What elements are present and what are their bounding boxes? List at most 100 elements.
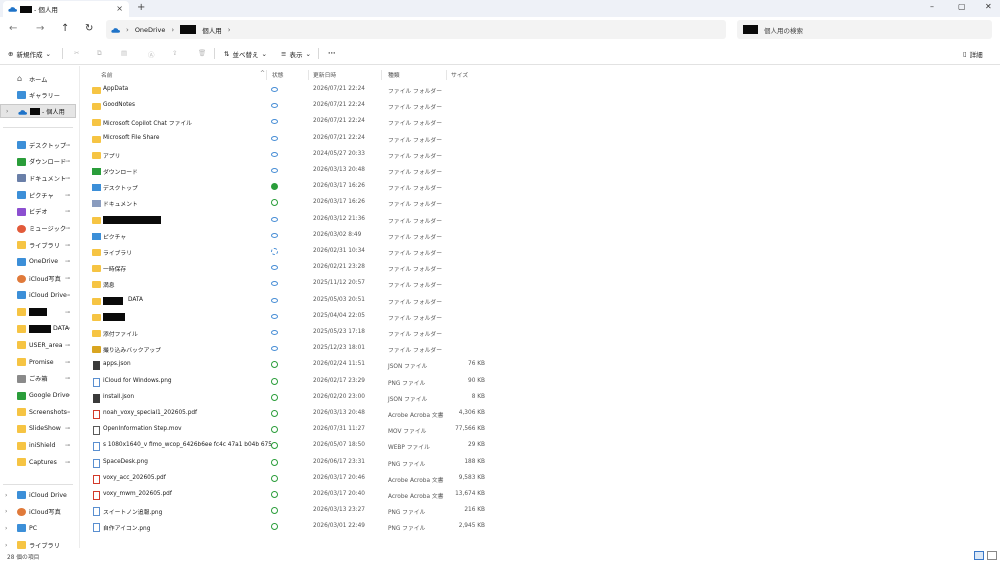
column-size[interactable]: サイズ xyxy=(451,70,468,79)
refresh-icon[interactable]: ↻ xyxy=(85,23,93,34)
sidebar-item[interactable]: › iCloud写真 xyxy=(0,505,76,519)
sidebar-item[interactable]: Promise ⊸ xyxy=(0,355,76,369)
file-row[interactable]: デスクトップ 2026/03/17 16:26 ファイル フォルダー xyxy=(86,179,490,195)
file-date: 2026/02/17 23:29 xyxy=(313,377,365,384)
column-status[interactable]: 状態 xyxy=(272,70,284,79)
copy-icon[interactable]: ⧉ xyxy=(97,49,102,58)
chevron-right-icon[interactable]: › xyxy=(5,492,7,499)
sidebar-item[interactable]: iniShield ⊸ xyxy=(0,439,76,453)
file-type: PNG ファイル xyxy=(388,526,426,533)
sidebar-item[interactable]: DATA ⊸ xyxy=(0,322,76,336)
pin-icon: ⊸ xyxy=(65,191,71,199)
search-input[interactable]: 個人用の検索 xyxy=(737,20,992,39)
sidebar-item-home[interactable]: ⌂ ホーム xyxy=(0,72,76,86)
details-view-icon[interactable] xyxy=(974,551,984,560)
column-divider[interactable] xyxy=(446,70,447,80)
view-button[interactable]: ≡ 表示 ⌄ xyxy=(281,49,311,59)
sidebar-item[interactable]: Screenshots ⊸ xyxy=(0,405,76,419)
chevron-right-icon[interactable]: › xyxy=(5,525,7,532)
rename-icon[interactable]: Ⓐ xyxy=(148,49,155,59)
close-tab-icon[interactable]: × xyxy=(116,4,123,13)
file-row[interactable]: 2025/04/04 22:05 ファイル フォルダー xyxy=(86,309,490,325)
tiles-view-icon[interactable] xyxy=(987,551,997,560)
cut-icon[interactable]: ✂ xyxy=(74,49,79,57)
file-row[interactable]: 撮り込みバックアップ 2025/12/23 18:01 ファイル フォルダー xyxy=(86,341,490,357)
file-row[interactable]: iCloud for Windows.png 2026/02/17 23:29 PN… xyxy=(86,374,490,390)
file-row[interactable]: AppData 2026/07/21 22:24 ファイル フォルダー xyxy=(86,82,490,98)
close-window-button[interactable]: ✕ xyxy=(985,2,992,11)
file-row[interactable]: アプリ 2024/05/27 20:33 ファイル フォルダー xyxy=(86,147,490,163)
sidebar-item[interactable]: ⊸ xyxy=(0,305,76,319)
sidebar-item[interactable]: ごみ箱 ⊸ xyxy=(0,372,76,386)
column-type[interactable]: 種類 xyxy=(388,70,400,79)
file-row[interactable]: 添付ファイル 2025/05/23 17:18 ファイル フォルダー xyxy=(86,325,490,341)
file-row[interactable]: ライブラリ 2026/02/31 10:34 ファイル フォルダー xyxy=(86,244,490,260)
share-icon[interactable]: ⇪ xyxy=(172,49,177,57)
file-row[interactable]: install.json 2026/02/20 23:00 JSON ファイル 8 K… xyxy=(86,390,490,406)
sidebar-item[interactable]: iCloud写真 ⊸ xyxy=(0,272,76,286)
sync-status-cloud-icon xyxy=(271,119,278,125)
new-tab-button[interactable]: + xyxy=(137,2,145,13)
sidebar-item[interactable]: ダウンロード ⊸ xyxy=(0,155,76,169)
sidebar-item-onedrive-personal[interactable]: › - 個人用 xyxy=(0,104,76,118)
sidebar-item[interactable]: ライブラリ ⊸ xyxy=(0,238,76,252)
file-row[interactable]: 2026/03/12 21:36 ファイル フォルダー xyxy=(86,212,490,228)
sidebar-item[interactable]: iCloud Drive ⊸ xyxy=(0,288,76,302)
sidebar-item[interactable]: USER_area ⊸ xyxy=(0,338,76,352)
delete-icon[interactable]: 🗑 xyxy=(198,49,206,57)
file-row[interactable]: 自作アイコン.png 2026/03/01 22:49 PNG ファイル 2,945 … xyxy=(86,519,490,535)
forward-arrow-icon[interactable]: → xyxy=(36,23,44,34)
more-options-button[interactable]: ··· xyxy=(328,49,335,57)
sidebar-item[interactable]: › PC xyxy=(0,521,76,535)
sidebar-item[interactable]: Captures ⊸ xyxy=(0,455,76,469)
sort-button[interactable]: ⇅ 並べ替え ⌄ xyxy=(224,49,267,59)
file-row[interactable]: apps.json 2026/02/24 11:51 JSON ファイル 76 KB xyxy=(86,357,490,373)
paste-icon[interactable]: ▤ xyxy=(121,49,127,57)
sidebar-item[interactable]: Google Drive ⊸ xyxy=(0,389,76,403)
breadcrumb-onedrive[interactable]: OneDrive xyxy=(135,26,166,34)
column-divider[interactable] xyxy=(381,70,382,80)
sidebar-item[interactable]: デスクトップ ⊸ xyxy=(0,138,76,152)
file-row[interactable]: GoodNotes 2026/07/21 22:24 ファイル フォルダー xyxy=(86,98,490,114)
minimize-button[interactable]: – xyxy=(930,2,934,11)
sidebar-item[interactable]: OneDrive ⊸ xyxy=(0,255,76,269)
file-row[interactable]: OpenInformation Step.mov 2026/07/31 11:27… xyxy=(86,422,490,438)
file-row[interactable]: s 1080x1640_v fimo_wcop_6426b6ee fc4c 47… xyxy=(86,438,490,454)
file-row[interactable]: DATA 2025/05/03 20:51 ファイル フォルダー xyxy=(86,293,490,309)
file-row[interactable]: ドキュメント 2026/03/17 16:26 ファイル フォルダー xyxy=(86,195,490,211)
column-name[interactable]: 名前 xyxy=(101,70,113,79)
sidebar-item[interactable]: SlideShow ⊸ xyxy=(0,422,76,436)
up-arrow-icon[interactable]: ↑ xyxy=(61,23,69,34)
chevron-right-icon[interactable]: › xyxy=(5,508,7,515)
file-row[interactable]: 一時保存 2026/02/21 23:28 ファイル フォルダー xyxy=(86,260,490,276)
maximize-button[interactable]: ▢ xyxy=(958,2,966,11)
sidebar-item[interactable]: ピクチャ ⊸ xyxy=(0,188,76,202)
column-date[interactable]: 更新日時 xyxy=(313,70,336,79)
column-divider[interactable] xyxy=(308,70,309,80)
file-row[interactable]: SpaceDesk.png 2026/06/17 23:31 PNG ファイル 188… xyxy=(86,455,490,471)
breadcrumb-personal[interactable]: 個人用 xyxy=(202,25,222,35)
file-row[interactable]: noah_voxy_special1_202605.pdf 2026/03/13 … xyxy=(86,406,490,422)
sidebar-item[interactable]: ビデオ ⊸ xyxy=(0,205,76,219)
new-button[interactable]: ⊕ 新規作成 ⌄ xyxy=(8,49,51,59)
file-row[interactable]: スイートノン追報.png 2026/03/13 23:27 PNG ファイル 216 … xyxy=(86,503,490,519)
file-row[interactable]: voxy_mwm_202605.pdf 2026/03/17 20:40 Acrob… xyxy=(86,487,490,503)
sidebar-item[interactable]: ミュージック ⊸ xyxy=(0,222,76,236)
file-row[interactable]: 満息 2025/11/12 20:57 ファイル フォルダー xyxy=(86,276,490,292)
back-arrow-icon[interactable]: ← xyxy=(9,23,17,34)
details-pane-button[interactable]: ▯ 詳細 xyxy=(963,49,983,59)
pane-divider[interactable] xyxy=(79,66,80,548)
file-row[interactable]: Microsoft Copilot Chat ファイル 2026/07/21 22… xyxy=(86,114,490,130)
download-folder-icon xyxy=(92,168,101,175)
sidebar-item[interactable]: › iCloud Drive xyxy=(0,488,76,502)
file-row[interactable]: Microsoft File Share 2026/07/21 22:24 ファイル… xyxy=(86,131,490,147)
file-row[interactable]: ダウンロード 2026/03/13 20:48 ファイル フォルダー xyxy=(86,163,490,179)
address-bar[interactable]: › OneDrive › 個人用 › xyxy=(106,20,726,39)
tab-personal[interactable]: - 個人用 × xyxy=(3,1,129,17)
file-date: 2026/03/17 20:40 xyxy=(313,491,365,497)
sidebar-item-gallery[interactable]: ギャラリー xyxy=(0,88,76,102)
column-divider[interactable] xyxy=(266,70,267,80)
file-row[interactable]: ピクチャ 2026/03/02 8:49 ファイル フォルダー xyxy=(86,228,490,244)
sidebar-item[interactable]: ドキュメント ⊸ xyxy=(0,171,76,185)
file-row[interactable]: voxy_acc_202605.pdf 2026/03/17 20:46 Acrob… xyxy=(86,471,490,487)
